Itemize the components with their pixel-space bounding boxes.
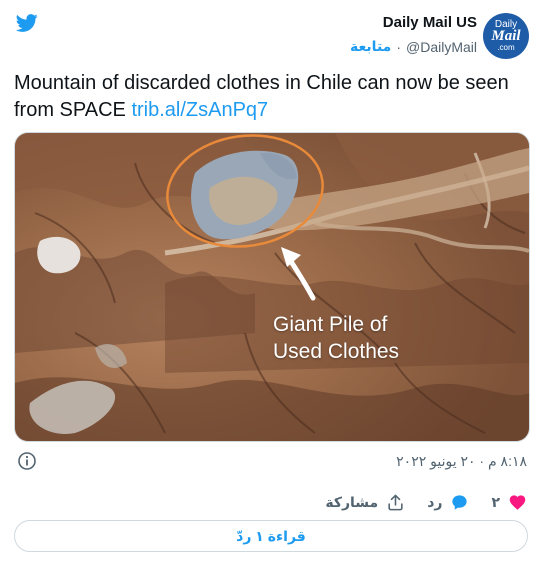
share-icon	[388, 494, 403, 510]
avatar-text-line2: Mail	[491, 28, 521, 44]
heart-icon	[509, 494, 526, 510]
avatar-text-line3: .com	[497, 43, 515, 52]
read-replies-button[interactable]: قراءة ١ ردّ	[14, 520, 528, 552]
caption-line2: Used Clothes	[273, 340, 400, 363]
reply-label: رد	[427, 493, 443, 510]
caption-line1: Giant Pile of	[273, 313, 388, 336]
like-button[interactable]: ٢	[491, 493, 527, 512]
twitter-bird-icon[interactable]	[14, 12, 40, 34]
author-handle[interactable]: @DailyMail	[406, 39, 477, 55]
separator-dot: ·	[396, 38, 401, 55]
share-label: مشاركة	[325, 493, 379, 510]
tweet-link[interactable]: trib.al/ZsAnPq7	[131, 99, 268, 121]
read-replies-label: قراءة ١ ردّ	[236, 527, 306, 544]
author-name[interactable]: Daily Mail US	[383, 14, 477, 31]
action-bar: ٢ رد مشاركة	[303, 490, 527, 514]
image-caption: Giant Pile of Used Clothes	[273, 311, 399, 365]
tweet-image[interactable]: Giant Pile of Used Clothes	[14, 132, 530, 442]
tweet-text: Mountain of discarded clothes in Chile c…	[14, 70, 524, 124]
tweet-timestamp[interactable]: ٨:١٨ م · ٢٠ يونيو ٢٠٢٢	[396, 453, 527, 470]
avatar[interactable]: Daily Mail .com	[483, 13, 529, 59]
share-button[interactable]: مشاركة	[325, 493, 405, 512]
info-icon[interactable]	[17, 451, 37, 471]
follow-button[interactable]: متابعة	[350, 38, 391, 55]
reply-bubble-icon	[452, 494, 468, 510]
author-meta: متابعة · @DailyMail	[350, 38, 477, 55]
satellite-image	[15, 133, 529, 441]
reply-button[interactable]: رد	[427, 493, 469, 512]
like-count: ٢	[491, 493, 500, 510]
